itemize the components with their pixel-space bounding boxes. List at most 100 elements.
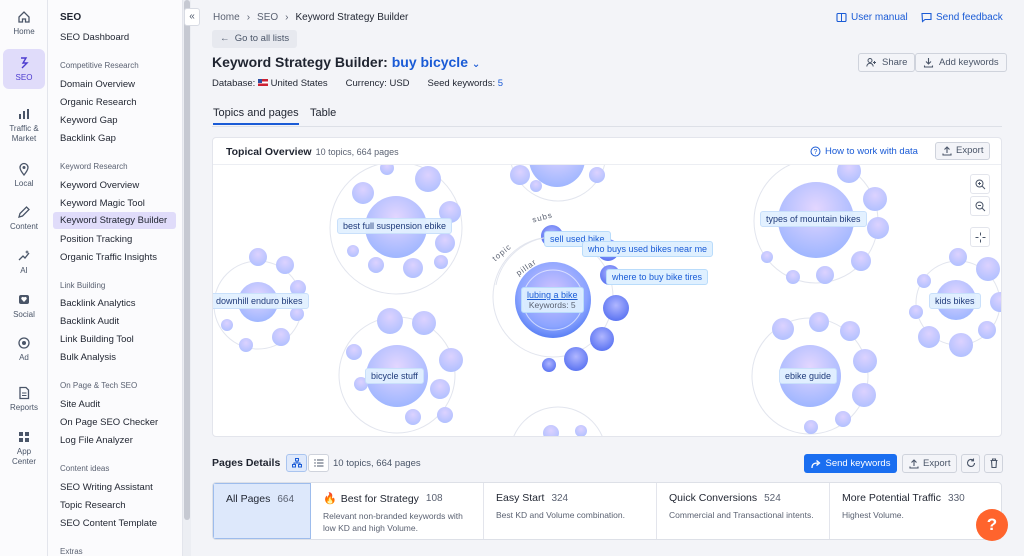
sidebar-item[interactable]: Domain Overview — [53, 76, 176, 93]
seed-count-link[interactable]: 5 — [498, 78, 503, 89]
topic-label-kids[interactable]: kids bikes — [929, 293, 981, 309]
sidebar-item[interactable]: Organic Research — [53, 94, 176, 111]
rail-content[interactable]: Content — [3, 205, 45, 233]
pillar-label[interactable]: lubing a bike Keywords: 5 — [521, 287, 584, 313]
database-value: United States — [270, 78, 328, 89]
sidebar-section-label: Keyword Research — [60, 162, 128, 171]
share-label: Share — [882, 57, 908, 68]
send-feedback-link[interactable]: Send feedback — [921, 12, 1003, 23]
pillar-name: lubing a bike — [527, 290, 578, 300]
zoom-in-button[interactable] — [970, 174, 990, 194]
sidebar-item-keyword-strategy-builder[interactable]: Keyword Strategy Builder — [53, 212, 176, 229]
rail-label: Ad — [19, 353, 29, 362]
sidebar-item[interactable]: Site Audit — [53, 396, 176, 413]
sidebar-title: SEO — [60, 12, 82, 23]
topic-bubble-map[interactable] — [213, 165, 1002, 437]
sidebar-item-seo-dashboard[interactable]: SEO Dashboard — [53, 29, 176, 46]
card-all-pages[interactable]: All Pages 664 — [213, 483, 311, 539]
keyword-list-dropdown[interactable]: buy bicycle ⌄ — [392, 54, 481, 70]
go-to-all-lists-button[interactable]: ← Go to all lists — [212, 30, 298, 48]
sidebar-item[interactable]: Backlink Audit — [53, 313, 176, 330]
sidebar-item[interactable]: Log File Analyzer — [53, 432, 176, 449]
collapse-sidebar-button[interactable]: « — [184, 8, 200, 26]
ad-icon — [18, 337, 30, 349]
sidebar-item[interactable]: Bulk Analysis — [53, 349, 176, 366]
help-button[interactable]: ? — [976, 509, 1008, 541]
sidebar-section-label: Competitive Research — [60, 61, 139, 70]
rail-seo[interactable]: SEO — [3, 49, 45, 89]
rail-reports[interactable]: Reports — [3, 386, 45, 414]
subtopic-label-bike-tires[interactable]: where to buy bike tires — [606, 269, 709, 285]
card-more-potential-traffic[interactable]: More Potential Traffic 330 Highest Volume… — [830, 483, 1001, 539]
rail-label: Traffic & Market — [9, 124, 39, 143]
rail-home[interactable]: Home — [3, 10, 45, 42]
topic-label-bicycle-stuff[interactable]: bicycle stuff — [365, 368, 424, 384]
card-title-text: Easy Start — [496, 492, 545, 504]
hierarchy-view-button[interactable] — [286, 454, 307, 472]
tab-table[interactable]: Table — [310, 107, 336, 119]
page-title: Keyword Strategy Builder: buy bicycle ⌄ — [212, 54, 480, 70]
sidebar-item[interactable]: Keyword Gap — [53, 112, 176, 129]
topic-label-mountain[interactable]: types of mountain bikes — [760, 211, 867, 227]
sidebar-item[interactable]: Topic Research — [53, 497, 176, 514]
add-keywords-button[interactable]: Add keywords — [915, 53, 1007, 72]
card-title: All Pages 664 — [226, 493, 298, 505]
pages-export-button[interactable]: Export — [902, 454, 958, 473]
sidebar-item[interactable]: Backlink Gap — [53, 130, 176, 147]
card-easy-start[interactable]: Easy Start 324 Best KD and Volume combina… — [484, 483, 657, 539]
sidebar-section-label: Link Building — [60, 281, 106, 290]
list-icon — [313, 459, 323, 467]
sidebar-section-label: Extras — [60, 547, 83, 556]
how-to-work-with-data-link[interactable]: ? How to work with data — [810, 146, 918, 157]
sidebar-item[interactable]: SEO Writing Assistant — [53, 479, 176, 496]
pillar-keyword-count: Keywords: 5 — [528, 300, 576, 310]
sidebar-item[interactable]: SEO Content Template — [53, 515, 176, 532]
topic-label-ebike-guide[interactable]: ebike guide — [779, 368, 838, 384]
breadcrumb-seo[interactable]: SEO — [257, 12, 278, 23]
sidebar-item[interactable]: Backlink Analytics — [53, 295, 176, 312]
card-title-text: Quick Conversions — [669, 492, 758, 504]
fit-to-screen-button[interactable] — [970, 227, 990, 247]
topic-cluster-bicycle-stuff — [346, 308, 463, 425]
refresh-button[interactable] — [961, 454, 980, 473]
card-title: Quick Conversions 524 — [669, 492, 817, 504]
delete-button[interactable] — [984, 454, 1003, 473]
card-best-for-strategy[interactable]: 🔥 Best for Strategy 108 Relevant non-brand… — [311, 483, 484, 539]
sidebar-item[interactable]: Organic Traffic Insights — [53, 249, 176, 266]
sparkle-icon — [18, 250, 30, 261]
scrollbar-thumb[interactable] — [184, 0, 190, 520]
topic-label-full-suspension[interactable]: best full suspension ebike — [337, 218, 453, 234]
sidebar-item[interactable]: Position Tracking — [53, 231, 176, 248]
rail-local[interactable]: Local — [3, 162, 45, 190]
overview-export-button[interactable]: Export — [935, 142, 991, 160]
card-quick-conversions[interactable]: Quick Conversions 524 Commercial and Tran… — [657, 483, 830, 539]
rail-ad[interactable]: Ad — [3, 336, 45, 364]
user-manual-link[interactable]: User manual — [836, 12, 908, 23]
database-info: Database: United States — [212, 78, 328, 89]
sidebar-item[interactable]: On Page SEO Checker — [53, 414, 176, 431]
rail-label: Reports — [9, 403, 38, 412]
rail-traffic[interactable]: Traffic & Market — [3, 107, 45, 145]
share-button[interactable]: Share — [858, 53, 916, 72]
breadcrumb-home[interactable]: Home — [213, 12, 240, 23]
topic-cluster-bottom-partial — [543, 425, 587, 436]
topic-label-downhill[interactable]: downhill enduro bikes — [213, 293, 309, 309]
list-view-button[interactable] — [308, 454, 329, 472]
rail-ai[interactable]: AI — [3, 249, 45, 277]
fire-icon: 🔥 — [323, 493, 337, 505]
rail-social[interactable]: Social — [3, 293, 45, 321]
tabs-divider — [212, 126, 1002, 127]
tab-topics-and-pages[interactable]: Topics and pages — [213, 107, 299, 125]
zoom-out-icon — [975, 201, 985, 212]
send-keywords-button[interactable]: Send keywords — [804, 454, 897, 473]
zoom-in-icon — [975, 179, 985, 190]
sidebar-item[interactable]: Keyword Magic Tool — [53, 195, 176, 212]
topical-overview-title: Topical Overview 10 topics, 664 pages — [226, 146, 399, 158]
subtopic-label-who-buys[interactable]: who buys used bikes near me — [582, 241, 714, 257]
sidebar-item[interactable]: Keyword Overview — [53, 177, 176, 194]
rail-app-center[interactable]: App Center — [3, 430, 45, 468]
rail-label: Local — [14, 179, 34, 188]
sidebar-scrollbar[interactable] — [183, 0, 191, 556]
sidebar-item[interactable]: Link Building Tool — [53, 331, 176, 348]
zoom-out-button[interactable] — [970, 196, 990, 216]
